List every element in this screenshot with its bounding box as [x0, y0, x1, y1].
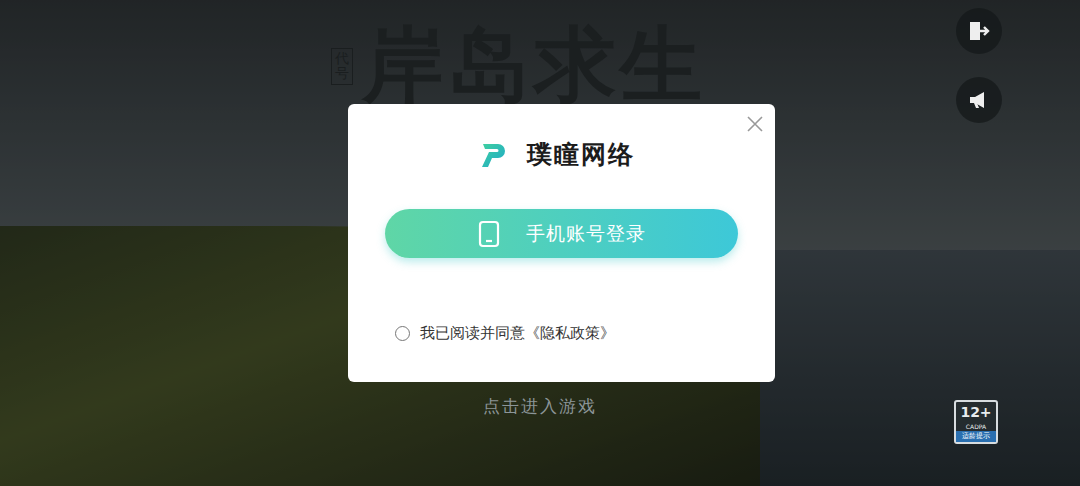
- brand-logo-icon: [479, 140, 509, 170]
- game-title: 岸岛求生: [362, 20, 706, 110]
- phone-login-button[interactable]: 手机账号登录: [385, 209, 738, 258]
- agreement-row[interactable]: 我已阅读并同意《隐私政策》: [395, 324, 615, 343]
- exit-button[interactable]: [956, 8, 1002, 54]
- speaker-icon: [967, 88, 991, 112]
- age-rating: 12+: [960, 402, 991, 422]
- phone-login-label: 手机账号登录: [526, 221, 646, 247]
- login-screen: 代号岸岛求生点击进入游戏12+CADPA适龄提示 璞瞳网络手机账号登录我已阅读并同…: [0, 0, 1080, 486]
- close-icon: [746, 115, 764, 133]
- exit-icon: [967, 19, 991, 43]
- agreement-radio[interactable]: [395, 326, 410, 341]
- agreement-text: 我已阅读并同意: [420, 324, 525, 343]
- brand-name: 璞瞳网络: [527, 138, 635, 171]
- brand: 璞瞳网络: [479, 138, 635, 171]
- age-label: 适龄提示: [956, 431, 996, 442]
- login-dialog: 璞瞳网络手机账号登录我已阅读并同意《隐私政策》: [348, 104, 775, 382]
- enter-game-text[interactable]: 点击进入游戏: [0, 395, 1080, 418]
- title-prefix: 代号: [331, 48, 353, 85]
- phone-icon: [478, 220, 500, 248]
- announcement-button[interactable]: [956, 77, 1002, 123]
- close-button[interactable]: [746, 115, 764, 133]
- age-org: CADPA: [966, 422, 986, 431]
- age-rating-badge: 12+CADPA适龄提示: [954, 400, 998, 444]
- side-buttons: [956, 8, 1002, 123]
- privacy-policy-link[interactable]: 《隐私政策》: [525, 324, 615, 343]
